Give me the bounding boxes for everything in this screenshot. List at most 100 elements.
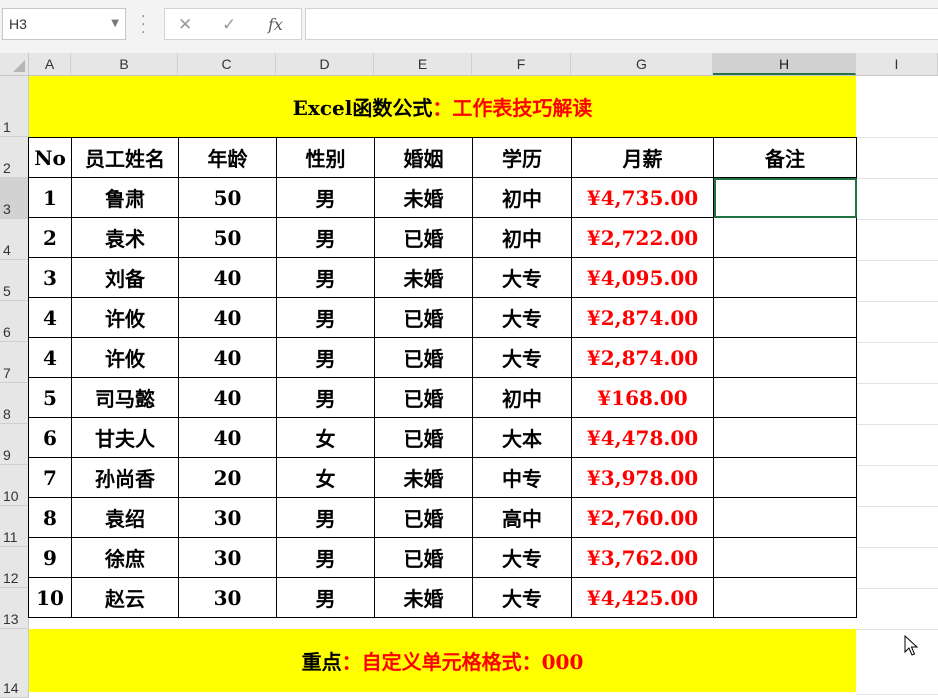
table-cell[interactable]: 7 — [28, 457, 72, 498]
salary-cell[interactable]: ¥3,978.00 — [571, 457, 714, 498]
notes-cell[interactable] — [713, 257, 857, 298]
table-cell[interactable]: 40 — [178, 257, 277, 298]
table-cell[interactable]: 司马懿 — [71, 377, 179, 418]
table-header-cell[interactable]: 性别 — [276, 137, 375, 178]
title-banner[interactable]: Excel函数公式 ：工作表技巧解读 — [29, 76, 856, 137]
salary-cell[interactable]: ¥4,425.00 — [571, 577, 714, 618]
row-header-4[interactable]: 4 — [0, 219, 29, 260]
row-header-11[interactable]: 11 — [0, 506, 29, 547]
table-header-cell[interactable]: 月薪 — [571, 137, 714, 178]
table-cell[interactable]: 已婚 — [374, 417, 473, 458]
row-header-6[interactable]: 6 — [0, 301, 29, 342]
table-cell[interactable]: 大专 — [472, 577, 572, 618]
table-cell[interactable]: 大专 — [472, 337, 572, 378]
formula-input[interactable] — [305, 8, 938, 40]
row-header-1[interactable]: 1 — [0, 76, 29, 137]
table-cell[interactable]: 40 — [178, 297, 277, 338]
table-cell[interactable]: 4 — [28, 297, 72, 338]
table-cell[interactable]: 未婚 — [374, 457, 473, 498]
table-header-cell[interactable]: 学历 — [472, 137, 572, 178]
insert-function-icon[interactable]: fx — [268, 15, 283, 34]
table-cell[interactable]: 许攸 — [71, 337, 179, 378]
more-options-icon[interactable]: · · · — [141, 10, 145, 40]
table-cell[interactable]: 10 — [28, 577, 72, 618]
table-cell[interactable]: 男 — [276, 217, 375, 258]
select-all-button[interactable] — [0, 53, 29, 75]
notes-cell[interactable] — [713, 417, 857, 458]
table-cell[interactable]: 30 — [178, 497, 277, 538]
notes-cell[interactable] — [713, 337, 857, 378]
table-cell[interactable]: 40 — [178, 417, 277, 458]
table-cell[interactable]: 已婚 — [374, 377, 473, 418]
table-cell[interactable]: 袁绍 — [71, 497, 179, 538]
table-cell[interactable]: 50 — [178, 177, 277, 218]
table-cell[interactable]: 已婚 — [374, 497, 473, 538]
salary-cell[interactable]: ¥168.00 — [571, 377, 714, 418]
table-cell[interactable]: 大本 — [472, 417, 572, 458]
table-header-cell[interactable]: 备注 — [713, 137, 857, 178]
table-cell[interactable]: 50 — [178, 217, 277, 258]
column-header-i[interactable]: I — [856, 53, 938, 75]
table-cell[interactable]: 鲁肃 — [71, 177, 179, 218]
salary-cell[interactable]: ¥4,095.00 — [571, 257, 714, 298]
table-cell[interactable]: 4 — [28, 337, 72, 378]
table-cell[interactable]: 未婚 — [374, 177, 473, 218]
table-header-cell[interactable]: 员工姓名 — [71, 137, 179, 178]
table-cell[interactable]: 已婚 — [374, 217, 473, 258]
row-header-13[interactable]: 13 — [0, 588, 29, 629]
table-cell[interactable]: 已婚 — [374, 537, 473, 578]
table-cell[interactable]: 徐庶 — [71, 537, 179, 578]
notes-cell[interactable] — [713, 297, 857, 338]
row-header-8[interactable]: 8 — [0, 383, 29, 424]
close-icon[interactable]: ✕ — [178, 15, 192, 35]
table-cell[interactable]: 2 — [28, 217, 72, 258]
salary-cell[interactable]: ¥2,760.00 — [571, 497, 714, 538]
column-header-b[interactable]: B — [71, 53, 178, 75]
row-header-5[interactable]: 5 — [0, 260, 29, 301]
table-cell[interactable]: 20 — [178, 457, 277, 498]
salary-cell[interactable]: ¥4,478.00 — [571, 417, 714, 458]
table-cell[interactable]: 男 — [276, 497, 375, 538]
table-cell[interactable]: 男 — [276, 177, 375, 218]
row-header-9[interactable]: 9 — [0, 424, 29, 465]
table-cell[interactable]: 中专 — [472, 457, 572, 498]
table-cell[interactable]: 男 — [276, 577, 375, 618]
footer-banner[interactable]: 重点 ：自定义单元格格式：000 — [29, 629, 856, 692]
table-cell[interactable]: 袁术 — [71, 217, 179, 258]
table-cell[interactable]: 男 — [276, 377, 375, 418]
table-cell[interactable]: 大专 — [472, 257, 572, 298]
table-cell[interactable]: 女 — [276, 417, 375, 458]
table-cell[interactable]: 许攸 — [71, 297, 179, 338]
salary-cell[interactable]: ¥2,874.00 — [571, 337, 714, 378]
row-header-7[interactable]: 7 — [0, 342, 29, 383]
salary-cell[interactable]: ¥2,874.00 — [571, 297, 714, 338]
row-header-12[interactable]: 12 — [0, 547, 29, 588]
table-cell[interactable]: 未婚 — [374, 577, 473, 618]
table-header-cell[interactable]: No — [28, 137, 72, 178]
check-icon[interactable]: ✓ — [222, 15, 236, 35]
table-cell[interactable]: 5 — [28, 377, 72, 418]
table-cell[interactable]: 刘备 — [71, 257, 179, 298]
notes-cell[interactable] — [713, 177, 857, 218]
table-cell[interactable]: 赵云 — [71, 577, 179, 618]
column-header-d[interactable]: D — [276, 53, 374, 75]
table-cell[interactable]: 3 — [28, 257, 72, 298]
column-header-f[interactable]: F — [472, 53, 571, 75]
chevron-down-icon[interactable]: ▼ — [111, 18, 119, 29]
table-cell[interactable]: 初中 — [472, 177, 572, 218]
table-cell[interactable]: 40 — [178, 337, 277, 378]
table-cell[interactable]: 男 — [276, 537, 375, 578]
table-cell[interactable]: 男 — [276, 297, 375, 338]
notes-cell[interactable] — [713, 577, 857, 618]
table-cell[interactable]: 男 — [276, 337, 375, 378]
column-header-a[interactable]: A — [29, 53, 71, 75]
table-cell[interactable]: 40 — [178, 377, 277, 418]
table-cell[interactable]: 8 — [28, 497, 72, 538]
table-cell[interactable]: 未婚 — [374, 257, 473, 298]
notes-cell[interactable] — [713, 377, 857, 418]
notes-cell[interactable] — [713, 217, 857, 258]
salary-cell[interactable]: ¥4,735.00 — [571, 177, 714, 218]
table-cell[interactable]: 9 — [28, 537, 72, 578]
column-header-c[interactable]: C — [178, 53, 276, 75]
table-cell[interactable]: 甘夫人 — [71, 417, 179, 458]
